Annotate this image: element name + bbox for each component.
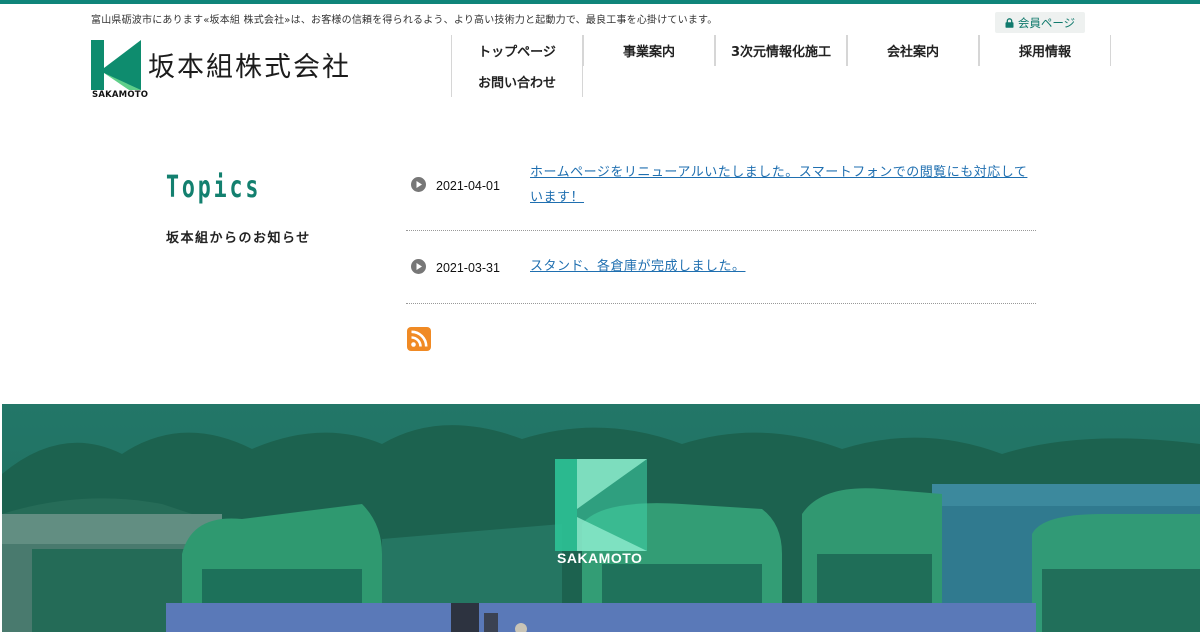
play-icon bbox=[411, 177, 426, 192]
news-date: 2021-04-01 bbox=[436, 179, 500, 193]
lower-photo-panel bbox=[166, 603, 1036, 632]
news-date: 2021-03-31 bbox=[436, 261, 500, 275]
logo-subtext: SAKAMOTO bbox=[92, 90, 149, 100]
rss-icon bbox=[407, 327, 431, 351]
global-nav: トップページ 事業案内 3次元情報化施工 会社案内 採用情報 お問い合わせ bbox=[451, 35, 1111, 97]
site-tagline: 富山県砺波市にあります«坂本組 株式会社»は、お客様の信頼を得られるよう、より高… bbox=[91, 15, 718, 26]
member-page-button[interactable]: 会員ページ bbox=[995, 12, 1085, 33]
news-item: 2021-04-01 ホームページをリニューアルいたしました。スマートフォンでの… bbox=[406, 157, 1036, 231]
logo-company-name: 坂本組株式会社 bbox=[148, 52, 351, 83]
lower-photo-image bbox=[166, 603, 1036, 632]
news-link[interactable]: スタンド、各倉庫が完成しました。 bbox=[530, 254, 1036, 279]
top-accent-bar bbox=[0, 0, 1200, 4]
nav-item-business[interactable]: 事業案内 bbox=[583, 35, 715, 66]
rss-feed-button[interactable] bbox=[407, 327, 431, 351]
lock-icon bbox=[1005, 17, 1014, 28]
logo-mark-icon bbox=[91, 40, 141, 90]
hero-logo-text: SAKAMOTO bbox=[557, 550, 643, 566]
nav-item-recruit[interactable]: 採用情報 bbox=[979, 35, 1111, 66]
nav-item-3d-construction[interactable]: 3次元情報化施工 bbox=[715, 35, 847, 66]
nav-item-company[interactable]: 会社案内 bbox=[847, 35, 979, 66]
topics-subtitle: 坂本組からのお知らせ bbox=[166, 231, 311, 246]
nav-item-top[interactable]: トップページ bbox=[451, 35, 583, 66]
news-item: 2021-03-31 スタンド、各倉庫が完成しました。 bbox=[406, 231, 1036, 304]
site-logo[interactable]: SAKAMOTO 坂本組株式会社 bbox=[91, 40, 363, 100]
news-link[interactable]: ホームページをリニューアルいたしました。スマートフォンでの閲覧にも対応しています… bbox=[530, 160, 1036, 210]
play-icon bbox=[411, 259, 426, 274]
member-page-label: 会員ページ bbox=[1017, 15, 1076, 30]
nav-item-contact[interactable]: お問い合わせ bbox=[451, 66, 583, 97]
topics-title: Topics bbox=[166, 170, 262, 205]
